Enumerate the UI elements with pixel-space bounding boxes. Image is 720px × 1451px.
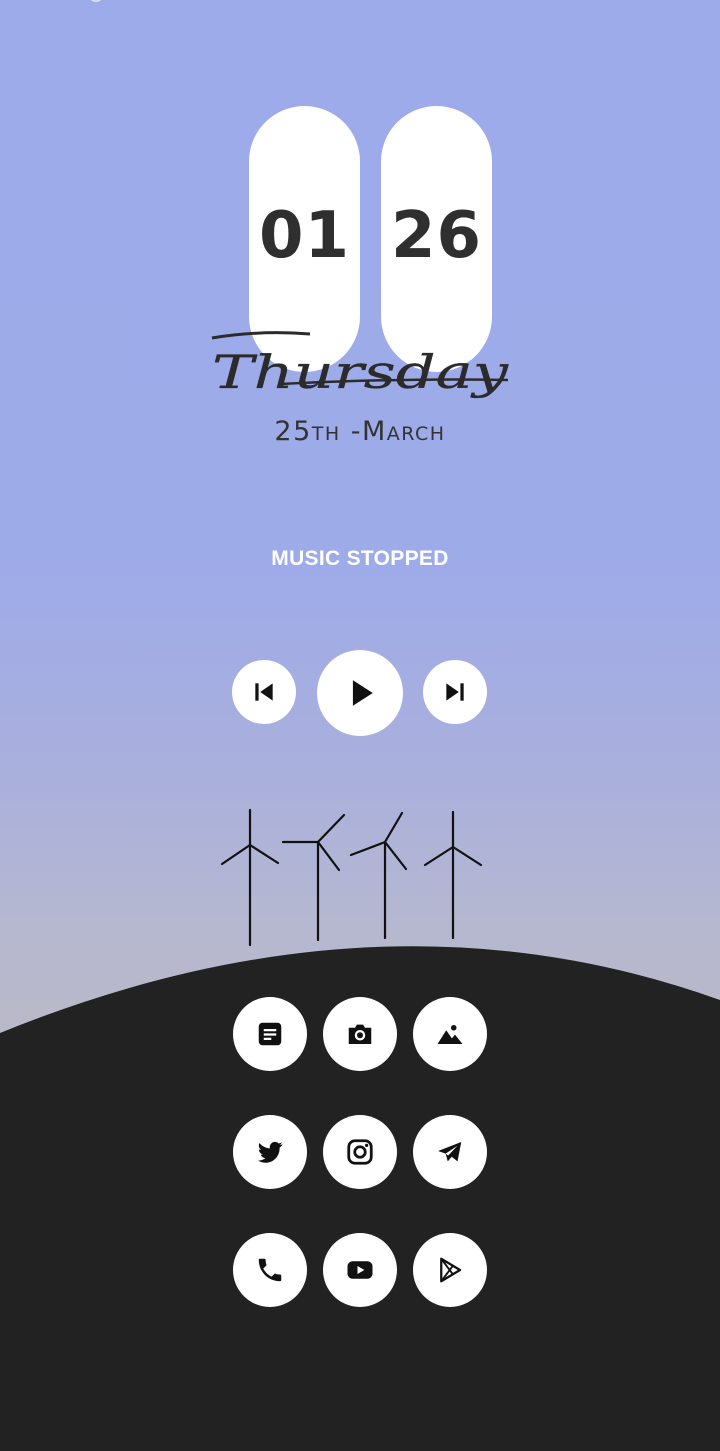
previous-button[interactable] — [232, 660, 296, 724]
clock-minute: 26 — [390, 199, 483, 273]
telegram-app-button[interactable] — [413, 1115, 487, 1189]
play-button[interactable] — [317, 650, 403, 736]
phone-app-button[interactable] — [233, 1233, 307, 1307]
gallery-app-button[interactable] — [413, 997, 487, 1071]
notes-icon — [258, 1022, 282, 1046]
weekday-underline — [211, 331, 311, 340]
weekday-script: Thursday — [211, 331, 510, 399]
telegram-icon — [438, 1142, 462, 1162]
play-icon — [352, 680, 373, 706]
camera-icon — [348, 1024, 372, 1044]
clock-hour: 01 — [258, 199, 351, 273]
status-dot — [88, 0, 104, 2]
twitter-icon — [258, 1141, 283, 1163]
next-icon — [446, 683, 464, 701]
date-label: 25th -March — [274, 416, 446, 447]
youtube-app-button[interactable] — [323, 1233, 397, 1307]
gallery-icon — [437, 1025, 463, 1044]
phone-icon — [258, 1258, 282, 1282]
previous-icon — [255, 683, 273, 701]
instagram-app-button[interactable] — [323, 1115, 397, 1189]
play-store-app-button[interactable] — [413, 1233, 487, 1307]
twitter-app-button[interactable] — [233, 1115, 307, 1189]
music-status: MUSIC STOPPED — [271, 547, 449, 570]
notes-app-button[interactable] — [233, 997, 307, 1071]
play-store-icon — [440, 1257, 462, 1283]
camera-app-button[interactable] — [323, 997, 397, 1071]
weekday-text: Thursday — [212, 345, 509, 399]
youtube-icon — [347, 1261, 373, 1279]
instagram-icon — [347, 1139, 373, 1165]
next-button[interactable] — [423, 660, 487, 724]
